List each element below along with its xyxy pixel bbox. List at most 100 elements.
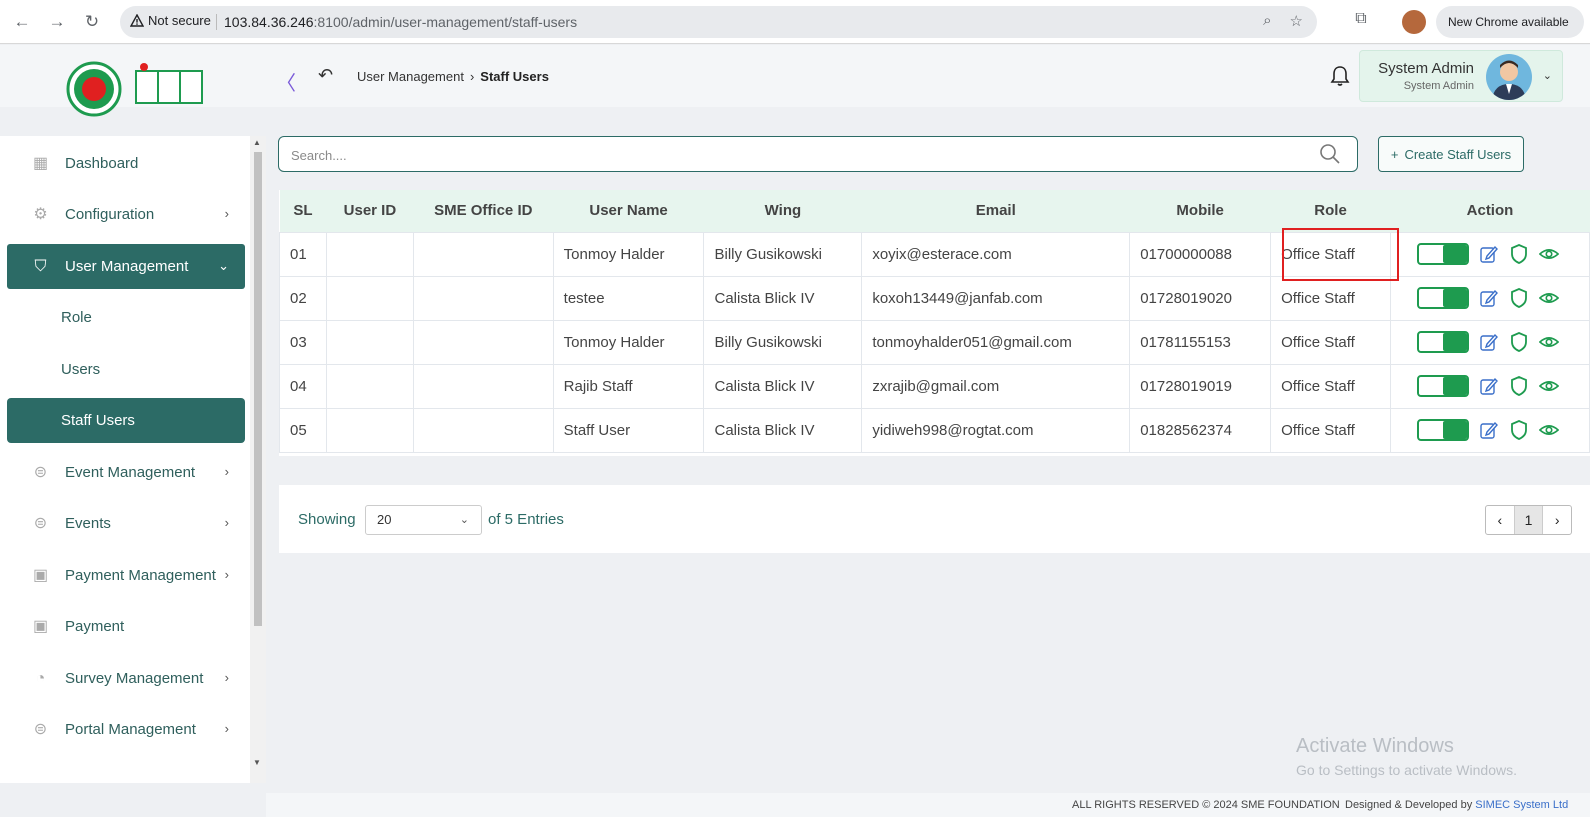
edit-icon[interactable] [1479, 420, 1499, 440]
back-arrow-icon[interactable]: ← [10, 10, 34, 34]
table-row: 05 Staff User Calista Blick IV yidiweh998@r… [279, 407, 1590, 453]
reload-icon[interactable]: ↻ [80, 10, 104, 34]
lock-icon: ⊜ [33, 721, 48, 738]
cell-user-id [325, 275, 414, 321]
designed-by-text: Designed & Developed by SIMEC System Ltd [1345, 799, 1568, 811]
previous-page-button[interactable]: ‹ [1486, 506, 1514, 534]
cell-email: zxrajib@gmail.com [861, 363, 1131, 409]
eye-icon[interactable] [1538, 288, 1559, 308]
table-header-row: SL User ID SME Office ID User Name Wing … [279, 190, 1590, 232]
extensions-icon[interactable]: ⧉ [1349, 10, 1373, 34]
create-staff-users-button[interactable]: + Create Staff Users [1378, 136, 1524, 172]
url-path: :8100/admin/user-management/staff-users [313, 14, 578, 30]
sidebar-item-survey-management[interactable]: ◔ Survey Management › [7, 656, 245, 701]
grid-icon: ▦ [32, 155, 49, 172]
status-toggle[interactable] [1416, 419, 1469, 441]
sidebar-item-user-management[interactable]: ⛉ User Management ⌄ [7, 244, 245, 289]
lock-icon: ⊜ [33, 464, 48, 481]
not-secure-indicator[interactable]: Not secure [130, 13, 211, 28]
page-size-select[interactable]: 20 ⌄ [365, 505, 482, 535]
eye-icon[interactable] [1538, 420, 1559, 440]
sidebar-item-staff-users[interactable]: Staff Users [7, 398, 245, 443]
edit-icon[interactable] [1479, 244, 1499, 264]
page-size-value: 20 [377, 512, 392, 527]
url-divider [216, 14, 217, 30]
status-toggle[interactable] [1416, 243, 1469, 265]
cell-action [1389, 363, 1590, 409]
user-menu[interactable]: System Admin System Admin ⌄ [1359, 50, 1563, 102]
sidebar-item-label: Events [65, 515, 111, 532]
cell-user-name: Rajib Staff [552, 363, 705, 409]
chevron-down-icon: ⌄ [459, 514, 469, 526]
table-row: 04 Rajib Staff Calista Blick IV zxrajib@gma… [279, 363, 1590, 409]
sidebar-item-label: Survey Management [65, 670, 204, 687]
eye-icon[interactable] [1538, 376, 1559, 396]
shield-icon[interactable] [1509, 420, 1529, 440]
eye-icon[interactable] [1538, 332, 1559, 352]
search-input[interactable] [291, 145, 1301, 165]
developer-link[interactable]: SIMEC System Ltd [1475, 799, 1568, 811]
edit-icon[interactable] [1479, 376, 1499, 396]
new-chrome-button[interactable]: New Chrome available ⋮ [1436, 6, 1584, 61]
eye-icon[interactable] [1538, 244, 1559, 264]
sidebar-scrollbar[interactable]: ▲ ▼ [250, 136, 266, 783]
cell-email: tonmoyhalder051@gmail.com [861, 319, 1131, 365]
forward-arrow-icon[interactable]: → [45, 10, 69, 34]
status-toggle[interactable] [1416, 375, 1469, 397]
sidebar-item-dashboard[interactable]: ▦ Dashboard [7, 141, 245, 186]
cell-user-id [325, 231, 414, 277]
money-icon: ▣ [32, 618, 49, 635]
profile-avatar-icon[interactable] [1402, 10, 1426, 34]
zoom-icon[interactable]: ⌕ [1263, 12, 1271, 30]
back-icon[interactable]: ↶ [318, 65, 333, 86]
url-text[interactable]: 103.84.36.246:8100/admin/user-management… [224, 14, 577, 30]
staff-users-table: SL User ID SME Office ID User Name Wing … [279, 190, 1590, 456]
app-header: 〈 ↶ User Management › Staff Users System… [0, 45, 1590, 117]
shield-icon[interactable] [1509, 288, 1529, 308]
cell-email: yidiweh998@rogtat.com [861, 407, 1131, 453]
sidebar-collapse-icon[interactable]: 〈 [276, 67, 296, 96]
address-bar[interactable]: Not secure 103.84.36.246:8100/admin/user… [120, 6, 1317, 38]
column-header: Mobile [1176, 202, 1224, 220]
sidebar-item-payment[interactable]: ▣ Payment [7, 604, 245, 649]
cell-email: koxoh13449@janfab.com [861, 275, 1131, 321]
next-page-button[interactable]: › [1543, 506, 1571, 534]
status-toggle[interactable] [1416, 331, 1469, 353]
page-number-button[interactable]: 1 [1513, 506, 1544, 534]
search-icon[interactable] [1319, 143, 1341, 165]
sidebar-item-label: Staff Users [61, 412, 135, 429]
user-role: System Admin [1403, 80, 1474, 92]
breadcrumb-current: Staff Users [480, 69, 549, 84]
cell-mobile: 01828562374 [1129, 407, 1272, 453]
edit-icon[interactable] [1479, 288, 1499, 308]
sme-foundation-logo[interactable] [66, 61, 206, 117]
sidebar-item-role[interactable]: Role [7, 295, 245, 340]
scroll-up-icon[interactable]: ▲ [253, 138, 261, 147]
chevron-down-icon[interactable]: ⌄ [1543, 69, 1552, 82]
notification-bell-icon[interactable] [1330, 65, 1350, 93]
cell-email: xoyix@esterace.com [861, 231, 1131, 277]
breadcrumb-parent[interactable]: User Management [357, 69, 464, 84]
sidebar-item-users[interactable]: Users [7, 347, 245, 392]
cell-role: Office Staff [1270, 231, 1391, 277]
row-actions [1401, 375, 1579, 397]
status-toggle[interactable] [1416, 287, 1469, 309]
sidebar-item-event-management[interactable]: ⊜ Event Management › [7, 450, 245, 495]
shield-icon[interactable] [1509, 244, 1529, 264]
sidebar-item-configuration[interactable]: ⚙ Configuration › [7, 192, 245, 237]
cell-user-name: Tonmoy Halder [552, 319, 705, 365]
cell-sl: 04 [279, 363, 327, 409]
bookmark-star-icon[interactable]: ☆ [1290, 12, 1303, 30]
sidebar-item-label: Dashboard [65, 155, 139, 172]
sidebar-item-payment-management[interactable]: ▣ Payment Management › [7, 553, 245, 598]
scroll-down-icon[interactable]: ▼ [253, 758, 261, 767]
shield-icon[interactable] [1509, 332, 1529, 352]
cell-role: Office Staff [1270, 363, 1391, 409]
shield-icon[interactable] [1509, 376, 1529, 396]
chevron-right-icon: › [224, 515, 229, 530]
sidebar-item-portal-management[interactable]: ⊜ Portal Management › [7, 707, 245, 752]
scrollbar-thumb[interactable] [254, 152, 262, 626]
windows-activation-watermark: Activate Windows Go to Settings to activ… [1296, 735, 1517, 778]
sidebar-item-events[interactable]: ⊜ Events › [7, 501, 245, 546]
edit-icon[interactable] [1479, 332, 1499, 352]
